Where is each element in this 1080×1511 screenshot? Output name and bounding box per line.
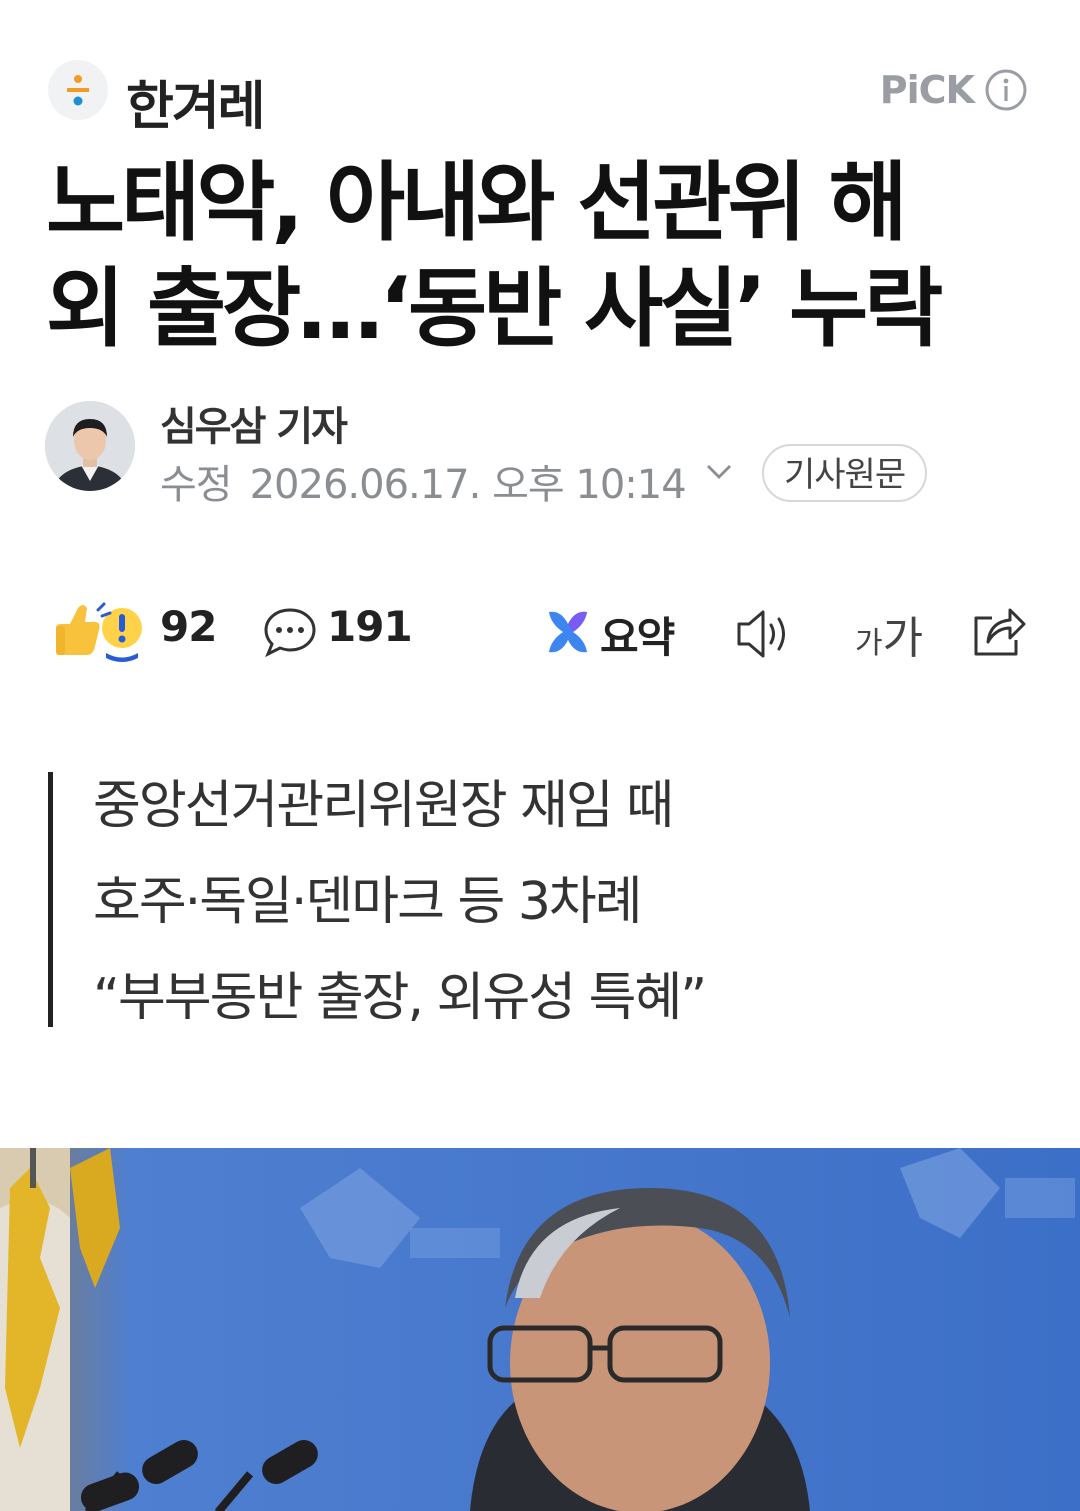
speaker-icon[interactable]	[735, 598, 797, 668]
headline-line: 노태악, 아내와 선관위 해	[46, 153, 908, 253]
press-name[interactable]: 한겨레	[126, 64, 266, 139]
author-avatar[interactable]	[45, 401, 135, 491]
subheading-line: “부부동반 출장, 외유성 특혜”	[93, 968, 707, 1028]
headline-line: 외 출장…‘동반 사실’ 누락	[46, 259, 943, 359]
article-date: 수정 2026.06.17. 오후 10:14	[160, 452, 687, 510]
press-header: 한겨레 PiCK	[48, 58, 1028, 137]
subheading-line: 호주·독일·덴마크 등 3차례	[93, 872, 643, 932]
reaction-count[interactable]: 92	[160, 602, 217, 651]
article-headline: 노태악, 아내와 선관위 해 외 출장…‘동반 사실’ 누락	[46, 150, 1036, 362]
font-size-icon[interactable]: 가가	[855, 602, 923, 666]
article-photo[interactable]	[0, 1148, 1080, 1511]
info-circle-icon[interactable]	[984, 68, 1028, 112]
action-bar: 92 191 요약 가가	[0, 598, 1080, 668]
summary-label[interactable]: 요약	[600, 604, 675, 665]
date-value: 2026.06.17. 오후 10:14	[249, 462, 687, 508]
summary-icon[interactable]	[545, 598, 591, 668]
comment-icon[interactable]	[262, 598, 318, 668]
comment-count[interactable]: 191	[327, 602, 413, 651]
author-name[interactable]: 심우삼 기자	[160, 394, 348, 452]
date-label: 수정	[160, 462, 233, 508]
chevron-down-icon[interactable]	[704, 461, 734, 483]
font-small-label: 가	[855, 626, 883, 661]
pick-label: PiCK	[879, 68, 975, 112]
original-article-button[interactable]: 기사원문	[762, 444, 928, 502]
font-large-label: 가	[882, 613, 924, 664]
press-logo-icon[interactable]	[48, 60, 108, 120]
subheading-line: 중앙선거관리위원장 재임 때	[93, 776, 674, 836]
share-icon[interactable]	[970, 598, 1028, 668]
reaction-icon[interactable]	[52, 598, 148, 668]
article-subheading: 중앙선거관리위원장 재임 때 호주·독일·덴마크 등 3차례 “부부동반 출장,…	[48, 772, 853, 1028]
